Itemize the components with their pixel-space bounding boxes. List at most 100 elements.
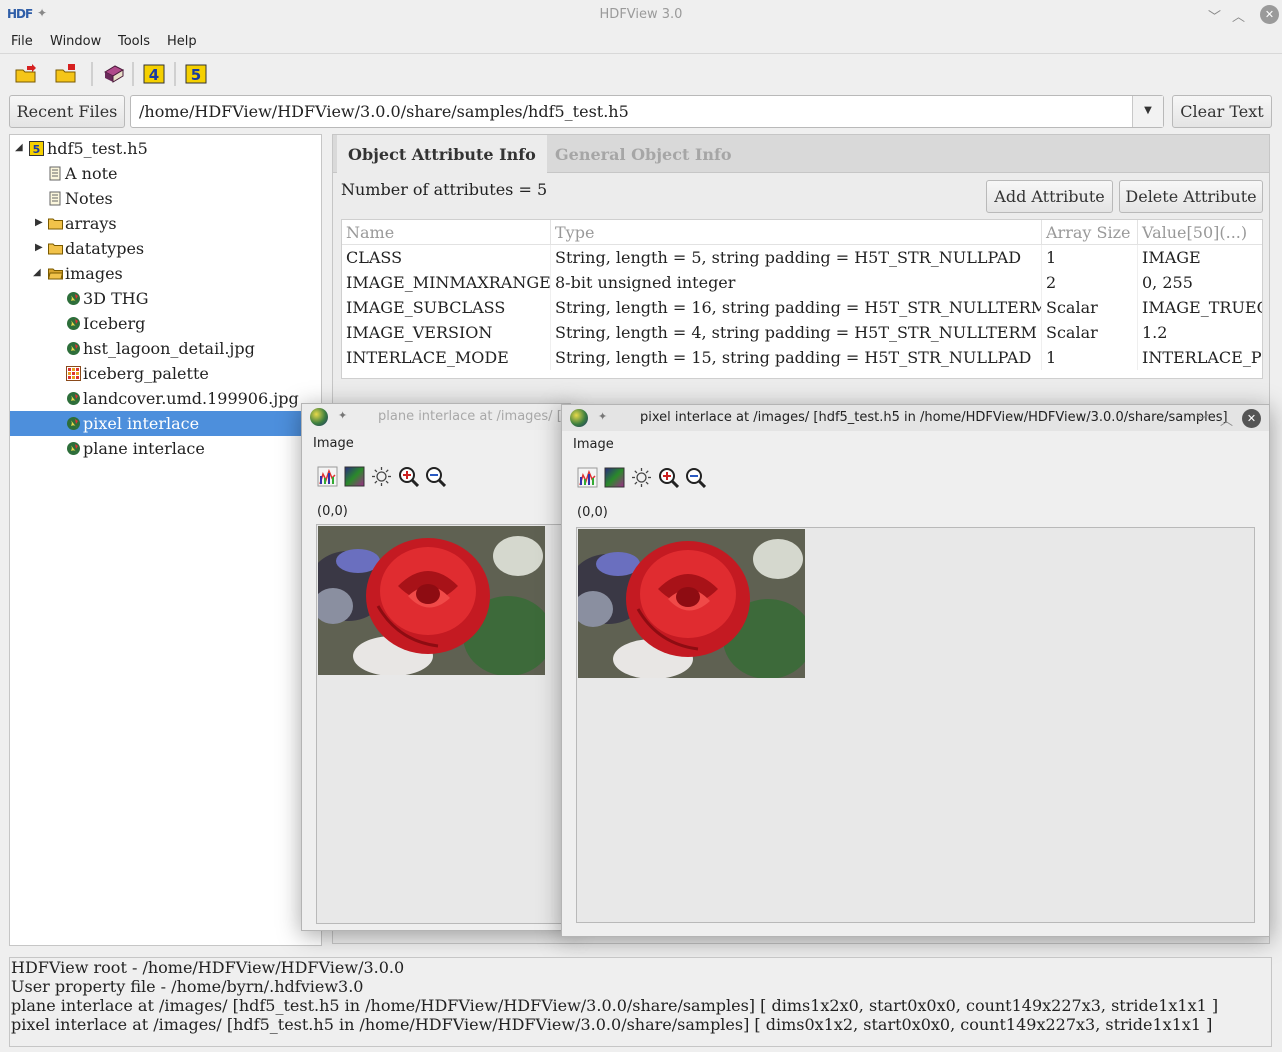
tree-item-notes[interactable]: Notes: [10, 186, 321, 211]
table-cell[interactable]: 1: [1042, 345, 1138, 370]
menu-window[interactable]: Window: [50, 34, 101, 49]
pixel-interlace-window[interactable]: ✦ pixel interlace at /images/ [hdf5_test…: [561, 404, 1270, 937]
close-window-button[interactable]: ✕: [1242, 409, 1261, 428]
histogram-icon[interactable]: [317, 466, 338, 487]
maximize-icon[interactable]: ︿: [1220, 410, 1233, 429]
palette-icon[interactable]: [604, 467, 625, 488]
minimize-icon[interactable]: ﹀: [1196, 410, 1209, 429]
tree-item-landcover[interactable]: landcover.umd.199906.jpg: [10, 386, 321, 411]
table-cell[interactable]: CLASS: [342, 245, 551, 270]
table-cell[interactable]: INTERLACE_P: [1138, 345, 1262, 370]
svg-text:5: 5: [33, 143, 41, 156]
pixel-interlace-titlebar[interactable]: ✦ pixel interlace at /images/ [hdf5_test…: [562, 405, 1269, 431]
minimize-icon[interactable]: ﹀: [1208, 6, 1221, 25]
tree-item-hst-lagoon-detail[interactable]: hst_lagoon_detail.jpg: [10, 336, 321, 361]
image-menu[interactable]: Image: [313, 436, 354, 451]
table-cell[interactable]: 2: [1042, 270, 1138, 295]
window-title: HDFView 3.0: [599, 7, 683, 22]
column-header-array-size[interactable]: Array Size: [1042, 220, 1138, 245]
table-cell[interactable]: 0, 255: [1138, 270, 1262, 295]
brightness-icon[interactable]: [631, 467, 652, 488]
table-cell[interactable]: INTERLACE_MODE: [342, 345, 551, 370]
add-attribute-button[interactable]: Add Attribute: [986, 180, 1113, 213]
zoom-out-icon[interactable]: [425, 466, 446, 487]
svg-text:5: 5: [191, 66, 201, 84]
zoom-in-icon[interactable]: [398, 466, 419, 487]
toolbar-separator: [132, 62, 134, 86]
image-menu[interactable]: Image: [573, 437, 614, 452]
plane-interlace-window[interactable]: ✦ plane interlace at /images/ [hc Image …: [301, 403, 571, 931]
table-cell[interactable]: String, length = 15, string padding = H5…: [551, 345, 1042, 370]
attribute-count: Number of attributes = 5: [341, 180, 548, 199]
column-header-name[interactable]: Name: [342, 220, 551, 245]
expanded-icon[interactable]: ◢: [15, 142, 23, 153]
users-guide-icon[interactable]: [103, 64, 125, 84]
close-file-icon[interactable]: [55, 64, 77, 84]
palette-icon[interactable]: [344, 466, 365, 487]
table-cell[interactable]: IMAGE_MINMAXRANGE: [342, 270, 551, 295]
tree-item-3d-thg[interactable]: 3D THG: [10, 286, 321, 311]
table-cell[interactable]: Scalar: [1042, 295, 1138, 320]
file-tree: ◢ 5 hdf5_test.h5 A note Notes ▶ arrays ▶…: [9, 134, 322, 946]
table-cell[interactable]: IMAGE_TRUEC: [1138, 295, 1262, 320]
chevron-down-icon[interactable]: ▼: [1132, 96, 1163, 127]
pin-icon[interactable]: ✦: [598, 410, 607, 423]
table-cell[interactable]: String, length = 16, string padding = H5…: [551, 295, 1042, 320]
rose-image[interactable]: [318, 526, 545, 675]
hdf4-library-icon[interactable]: 4: [143, 64, 165, 84]
image-canvas[interactable]: [316, 524, 570, 924]
tree-item-images[interactable]: ◢ images: [10, 261, 321, 286]
delete-attribute-button[interactable]: Delete Attribute: [1119, 180, 1263, 213]
table-cell[interactable]: Scalar: [1042, 320, 1138, 345]
tree-item-iceberg[interactable]: Iceberg: [10, 311, 321, 336]
tree-item-arrays[interactable]: ▶ arrays: [10, 211, 321, 236]
image-dataset-icon: [67, 392, 80, 405]
image-dataset-icon: [67, 292, 80, 305]
rose-image[interactable]: [578, 529, 805, 678]
recent-files-button[interactable]: Recent Files: [9, 95, 125, 128]
table-cell[interactable]: 8-bit unsigned integer: [551, 270, 1042, 295]
table-cell[interactable]: 1: [1042, 245, 1138, 270]
tree-item-iceberg-palette[interactable]: iceberg_palette: [10, 361, 321, 386]
close-window-button[interactable]: ✕: [1260, 5, 1279, 24]
tree-item-datatypes[interactable]: ▶ datatypes: [10, 236, 321, 261]
cursor-coordinate: (0,0): [317, 504, 348, 519]
table-cell[interactable]: 1.2: [1138, 320, 1262, 345]
column-header-type[interactable]: Type: [551, 220, 1042, 245]
table-cell[interactable]: IMAGE_SUBCLASS: [342, 295, 551, 320]
hdf5-file-icon: 5: [29, 141, 44, 156]
menu-help[interactable]: Help: [167, 34, 197, 49]
brightness-icon[interactable]: [371, 466, 392, 487]
maximize-icon[interactable]: ︿: [1232, 6, 1245, 25]
zoom-in-icon[interactable]: [658, 467, 679, 488]
tab-general-object-info[interactable]: General Object Info: [555, 135, 732, 173]
image-canvas[interactable]: [576, 527, 1255, 923]
clear-text-button[interactable]: Clear Text: [1172, 95, 1272, 128]
menu-tools[interactable]: Tools: [118, 34, 150, 49]
image-globe-icon: [570, 409, 588, 427]
tree-item-pixel-interlace[interactable]: pixel interlace: [10, 411, 321, 436]
hdf5-library-icon[interactable]: 5: [185, 64, 207, 84]
collapsed-icon[interactable]: ▶: [35, 217, 43, 228]
column-header-value[interactable]: Value[50](...): [1138, 220, 1262, 245]
palette-dataset-icon: [66, 366, 81, 381]
table-cell[interactable]: String, length = 4, string padding = H5T…: [551, 320, 1042, 345]
menu-file[interactable]: File: [11, 34, 33, 49]
tree-item-hdf5-test-h5[interactable]: ◢ 5 hdf5_test.h5: [10, 136, 321, 161]
file-path-value[interactable]: /home/HDFView/HDFView/3.0.0/share/sample…: [139, 102, 629, 121]
plane-interlace-titlebar[interactable]: ✦ plane interlace at /images/ [hc: [302, 404, 570, 430]
file-path-combobox[interactable]: /home/HDFView/HDFView/3.0.0/share/sample…: [130, 95, 1164, 128]
open-file-icon[interactable]: [15, 64, 37, 84]
table-cell[interactable]: IMAGE: [1138, 245, 1262, 270]
zoom-out-icon[interactable]: [685, 467, 706, 488]
tree-item-plane-interlace[interactable]: plane interlace: [10, 436, 321, 461]
collapsed-icon[interactable]: ▶: [35, 242, 43, 253]
cursor-coordinate: (0,0): [577, 505, 608, 520]
expanded-icon[interactable]: ◢: [33, 267, 41, 278]
histogram-icon[interactable]: [577, 467, 598, 488]
tree-item-a-note[interactable]: A note: [10, 161, 321, 186]
table-cell[interactable]: IMAGE_VERSION: [342, 320, 551, 345]
tab-object-attribute-info[interactable]: Object Attribute Info: [337, 135, 547, 173]
pin-icon[interactable]: ✦: [338, 409, 347, 422]
table-cell[interactable]: String, length = 5, string padding = H5T…: [551, 245, 1042, 270]
